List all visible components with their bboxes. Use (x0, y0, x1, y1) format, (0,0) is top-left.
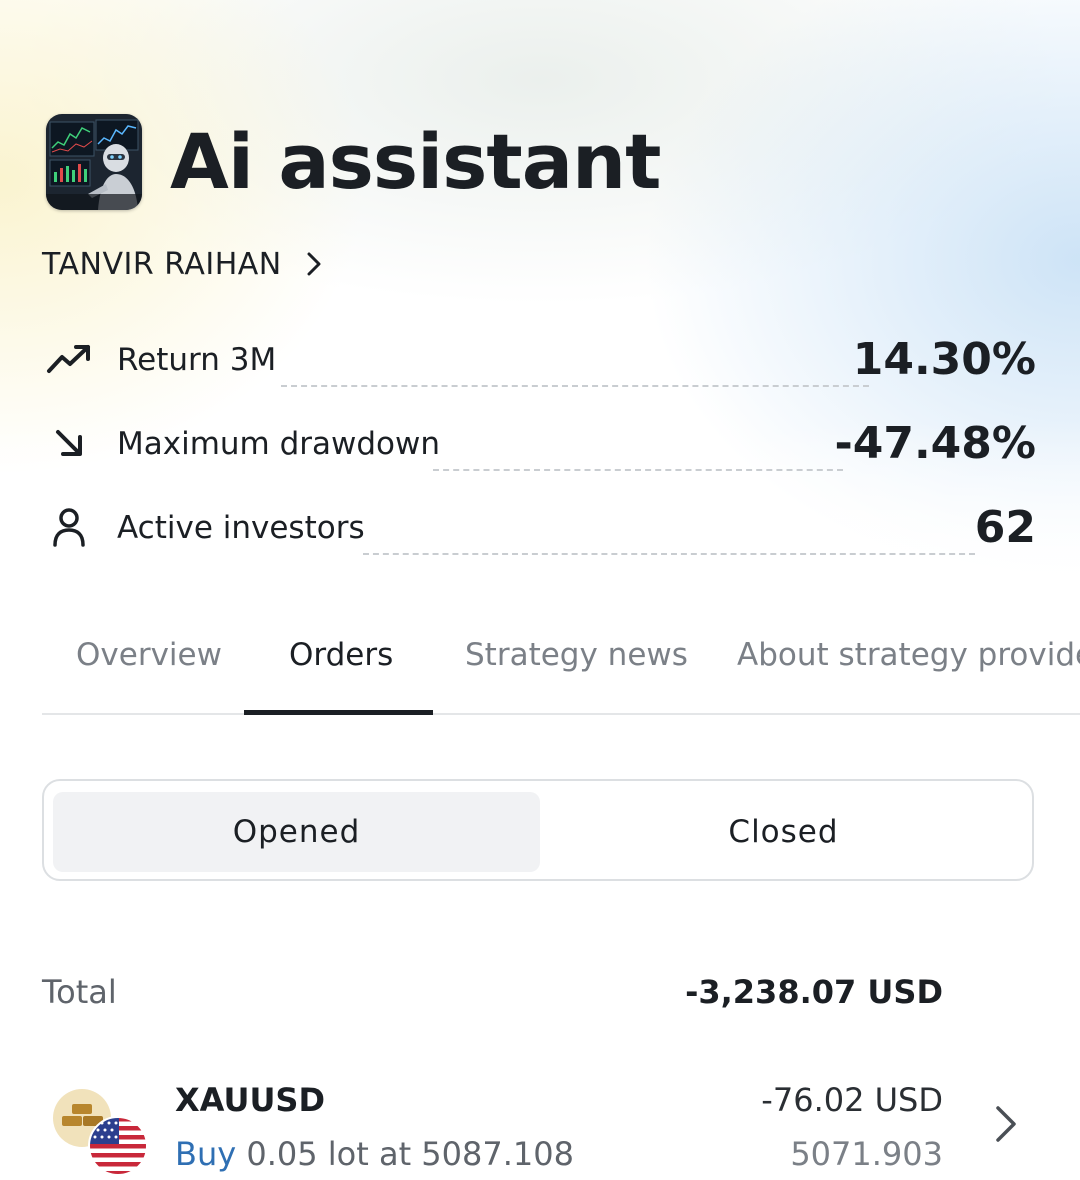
tab-strategy-news[interactable]: Strategy news (465, 630, 688, 680)
stat-investors-label: Active investors (117, 510, 365, 546)
orders-segmented-control: Opened Closed (42, 779, 1034, 881)
ai-robot-trading-icon (46, 114, 142, 210)
tab-about-strategy-provider[interactable]: About strategy provider (737, 630, 1080, 680)
order-lot-detail: 0.05 lot at 5087.108 (246, 1135, 574, 1173)
trend-up-icon (46, 336, 92, 382)
order-row[interactable]: XAUUSD Buy 0.05 lot at 5087.108 -76.02 U… (0, 1060, 1080, 1176)
order-detail: Buy 0.05 lot at 5087.108 (175, 1132, 574, 1176)
arrow-down-right-icon (46, 420, 92, 466)
segment-opened[interactable]: Opened (53, 792, 540, 872)
order-current-price: 5071.903 (790, 1135, 943, 1173)
stat-drawdown-value: -47.48% (834, 418, 1036, 469)
total-label: Total (42, 973, 117, 1011)
tab-overview[interactable]: Overview (76, 630, 222, 680)
order-profit-loss: -76.02 USD (761, 1081, 943, 1119)
strategy-avatar (46, 114, 142, 210)
provider-link[interactable]: TANVIR RAIHAN (42, 244, 322, 284)
tabs-divider (42, 713, 1080, 715)
segment-closed[interactable]: Closed (540, 792, 1027, 872)
strategy-title: Ai assistant (170, 117, 661, 206)
tab-orders[interactable]: Orders (289, 630, 393, 680)
chevron-right-icon (306, 251, 322, 277)
order-side: Buy (175, 1135, 237, 1173)
stat-divider (281, 385, 869, 387)
chevron-right-icon[interactable] (990, 1102, 1020, 1150)
stat-divider (433, 469, 843, 471)
stat-investors-value: 62 (974, 502, 1036, 553)
total-value: -3,238.07 USD (685, 973, 943, 1011)
symbol-icons (50, 1088, 150, 1176)
stat-divider (363, 553, 975, 555)
stat-return-label: Return 3M (117, 342, 277, 378)
stat-return-value: 14.30% (852, 334, 1036, 385)
us-flag-icon (88, 1116, 148, 1176)
stat-drawdown-label: Maximum drawdown (117, 426, 441, 462)
active-tab-indicator (244, 710, 433, 715)
order-symbol: XAUUSD (175, 1081, 326, 1119)
provider-name: TANVIR RAIHAN (42, 246, 282, 282)
person-icon (46, 504, 92, 550)
